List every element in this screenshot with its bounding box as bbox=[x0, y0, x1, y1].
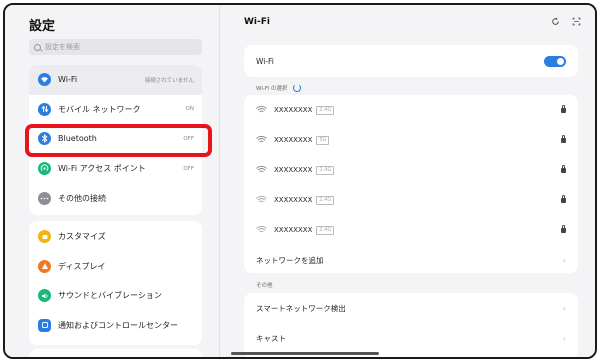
notification-icon bbox=[38, 318, 51, 332]
smart-network-detection-label: スマートネットワーク検出 bbox=[256, 303, 346, 313]
network-list: XXXXXXXX 2.4G XXXXXXXX 5G XXXXXXXX 2.4G … bbox=[244, 95, 578, 273]
mobile-network-icon bbox=[38, 102, 51, 116]
band-badge: 2.4G bbox=[316, 105, 335, 115]
customize-icon bbox=[38, 230, 51, 244]
sidebar-item-mobile-network[interactable]: モバイル ネットワーク ON bbox=[29, 95, 202, 125]
search-input[interactable]: 設定を検索 bbox=[29, 39, 202, 55]
other-list: スマートネットワーク検出 › キャスト › bbox=[244, 293, 578, 357]
wifi-toggle-switch[interactable] bbox=[544, 55, 566, 67]
wifi-signal-icon bbox=[256, 106, 267, 113]
status-text: 接続されていません bbox=[144, 77, 194, 84]
chevron-right-icon: › bbox=[562, 255, 566, 265]
add-network-label: ネットワークを追加 bbox=[256, 255, 324, 265]
sidebar-item-label: 通知およびコントロールセンター bbox=[58, 320, 178, 330]
cast-row[interactable]: キャスト › bbox=[244, 323, 578, 353]
band-badge: 2.4G bbox=[316, 195, 335, 205]
network-row[interactable]: XXXXXXXX 2.4G bbox=[244, 95, 578, 125]
panel-title: Wi-Fi bbox=[244, 17, 270, 27]
sidebar-item-label: Wi-Fi bbox=[58, 75, 78, 85]
network-ssid: XXXXXXXX bbox=[274, 226, 313, 234]
lock-icon bbox=[561, 104, 566, 113]
sidebar-item-label: モバイル ネットワーク bbox=[58, 104, 141, 114]
band-badge: 2.4G bbox=[316, 225, 335, 235]
wifi-signal-icon bbox=[256, 166, 267, 173]
personalization-group: カスタマイズ ディスプレイ サウンドとバイブレーション 通知およびコントロールセ… bbox=[29, 221, 202, 345]
scan-icon[interactable] bbox=[572, 17, 581, 29]
wifi-toggle-row[interactable]: Wi-Fi bbox=[244, 45, 578, 77]
network-ssid: XXXXXXXX bbox=[274, 106, 313, 114]
search-placeholder: 設定を検索 bbox=[45, 43, 80, 51]
sidebar-item-label: ディスプレイ bbox=[58, 261, 106, 271]
lock-icon bbox=[561, 194, 566, 203]
hotspot-icon bbox=[38, 162, 51, 176]
sidebar-item-display[interactable]: ディスプレイ bbox=[29, 251, 202, 281]
more-connections-icon bbox=[38, 191, 51, 205]
add-network-row[interactable]: ネットワークを追加 › bbox=[244, 245, 578, 273]
network-ssid: XXXXXXXX bbox=[274, 136, 313, 144]
wifi-icon bbox=[38, 73, 51, 87]
chevron-right-icon: › bbox=[562, 333, 566, 343]
refresh-icon[interactable] bbox=[551, 17, 560, 29]
lock-icon bbox=[561, 164, 566, 173]
section-title: Wi-Fi の選択 bbox=[256, 86, 288, 92]
wifi-signal-icon bbox=[256, 226, 267, 233]
lock-icon bbox=[561, 134, 566, 143]
wifi-signal-icon bbox=[256, 196, 267, 203]
section-label-other: その他 bbox=[256, 281, 273, 289]
wifi-toggle-card: Wi-Fi bbox=[244, 45, 578, 77]
status-text: ON bbox=[185, 106, 194, 113]
sidebar-item-sound[interactable]: サウンドとバイブレーション bbox=[29, 280, 202, 310]
cast-label: キャスト bbox=[256, 333, 286, 343]
wifi-toggle-label: Wi-Fi bbox=[256, 56, 274, 66]
sidebar-item-label: カスタマイズ bbox=[58, 232, 106, 242]
next-group bbox=[29, 349, 202, 357]
sidebar-item-label: Wi-Fi アクセス ポイント bbox=[58, 164, 146, 174]
sidebar-item-notifications[interactable]: 通知およびコントロールセンター bbox=[29, 310, 202, 340]
settings-sidebar: 設定 設定を検索 Wi-Fi 接続されていません モバイル ネットワーク ON bbox=[5, 5, 219, 357]
bluetooth-highlight-box bbox=[25, 124, 212, 157]
network-ssid: XXXXXXXX bbox=[274, 166, 313, 174]
loading-spinner-icon bbox=[293, 84, 302, 92]
page-title: 設定 bbox=[29, 19, 56, 34]
network-row[interactable]: XXXXXXXX 2.4G bbox=[244, 215, 578, 245]
network-row[interactable]: XXXXXXXX 5G bbox=[244, 125, 578, 155]
network-row[interactable]: XXXXXXXX 2.4G bbox=[244, 155, 578, 185]
sound-icon bbox=[38, 289, 51, 303]
panel-actions bbox=[551, 17, 581, 29]
smart-network-detection-row[interactable]: スマートネットワーク検出 › bbox=[244, 293, 578, 323]
sidebar-item-wifi[interactable]: Wi-Fi 接続されていません bbox=[29, 65, 202, 95]
chevron-right-icon: › bbox=[562, 303, 566, 313]
status-text: OFF bbox=[183, 165, 194, 172]
display-icon bbox=[38, 259, 51, 273]
section-title: その他 bbox=[256, 283, 273, 289]
sidebar-item-label: サウンドとバイブレーション bbox=[58, 291, 162, 301]
sidebar-item-label: その他の接続 bbox=[58, 193, 106, 203]
wifi-panel: Wi-Fi Wi-Fi Wi-Fi の選択 XXXXXXXX 2.4G XXXX… bbox=[220, 5, 595, 357]
sidebar-item-hotspot[interactable]: Wi-Fi アクセス ポイント OFF bbox=[29, 154, 202, 184]
network-row[interactable]: XXXXXXXX 2.4G bbox=[244, 185, 578, 215]
home-indicator[interactable] bbox=[231, 352, 379, 355]
settings-window: 設定 設定を検索 Wi-Fi 接続されていません モバイル ネットワーク ON bbox=[3, 3, 597, 359]
lock-icon bbox=[561, 224, 566, 233]
wifi-signal-icon bbox=[256, 136, 267, 143]
band-badge: 5G bbox=[316, 135, 330, 145]
section-label-wifi-select: Wi-Fi の選択 bbox=[256, 84, 302, 92]
network-ssid: XXXXXXXX bbox=[274, 196, 313, 204]
sidebar-item-customize[interactable]: カスタマイズ bbox=[29, 221, 202, 251]
search-icon bbox=[34, 43, 41, 51]
band-badge: 2.4G bbox=[316, 165, 335, 175]
sidebar-item-more-connections[interactable]: その他の接続 bbox=[29, 183, 202, 213]
